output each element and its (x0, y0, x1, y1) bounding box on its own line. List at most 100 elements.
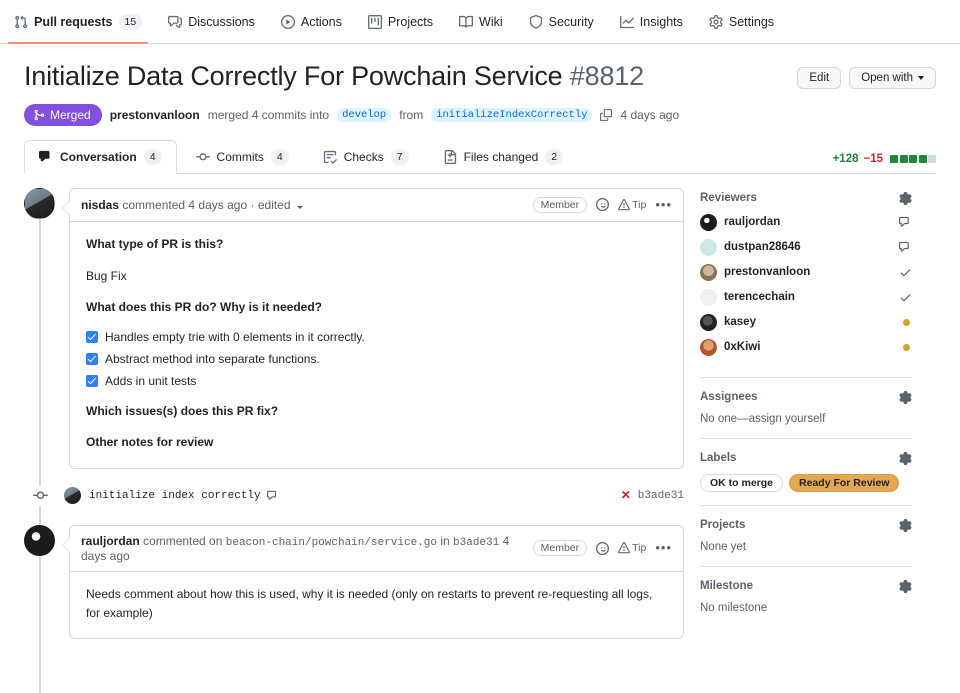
reviewer-name[interactable]: prestonvanloon (724, 266, 810, 278)
diffstat-block (928, 155, 936, 163)
nav-item-projects[interactable]: Projects (368, 0, 433, 44)
add-reaction-icon[interactable] (596, 198, 609, 211)
tab-label: Checks (344, 150, 384, 164)
commit-message[interactable]: initialize index correctly (89, 490, 261, 502)
more-options-icon[interactable]: ••• (655, 200, 672, 210)
comment-author[interactable]: rauljordan (81, 534, 140, 548)
nav-label: Actions (301, 15, 342, 29)
avatar[interactable] (24, 525, 55, 556)
add-reaction-icon[interactable] (596, 542, 609, 555)
sidebar-section-milestone: Milestone No milestone (700, 578, 912, 627)
reviewer-name[interactable]: kasey (724, 316, 756, 328)
task-list-item[interactable]: Handles empty trie with 0 elements in it… (86, 330, 667, 344)
comment-discussion-icon (168, 15, 182, 29)
merged-text: merged 4 commits into (208, 108, 329, 122)
nav-item-actions[interactable]: Actions (281, 0, 342, 44)
pr-body: nisdas commented 4 days ago · edited Mem… (24, 188, 936, 653)
reviewer-item[interactable]: rauljordan (700, 214, 912, 231)
avatar (700, 314, 717, 331)
nav-item-security[interactable]: Security (529, 0, 594, 44)
tab-counter: 4 (271, 149, 289, 165)
checkbox-checked-icon[interactable] (86, 331, 98, 343)
comment-time: 4 days ago (188, 198, 247, 212)
assignees-empty[interactable]: No one—assign yourself (700, 413, 912, 425)
gear-icon[interactable] (899, 580, 912, 593)
comment-edited[interactable]: edited (258, 198, 291, 212)
title-row: Initialize Data Correctly For Powchain S… (24, 60, 936, 93)
comment-header: nisdas commented 4 days ago · edited Mem… (70, 189, 683, 222)
reviewer-name[interactable]: 0xKiwi (724, 341, 760, 353)
copy-icon[interactable] (600, 109, 612, 121)
tab-commits[interactable]: Commits 4 (181, 140, 304, 174)
review-status-pending-icon (903, 344, 912, 351)
commit-comment-icon[interactable] (267, 490, 279, 502)
from-text: from (399, 108, 423, 122)
comment-box: rauljordan commented on beacon-chain/pow… (69, 525, 684, 639)
comment-body: What type of PR is this? Bug Fix What do… (70, 222, 683, 468)
sidebar-section-header: Labels (700, 452, 912, 465)
gear-icon[interactable] (899, 452, 912, 465)
label-chip[interactable]: Ready For Review (789, 474, 899, 492)
avatar[interactable] (24, 188, 55, 219)
reviewer-name[interactable]: dustpan28646 (724, 241, 801, 253)
tab-checks[interactable]: Checks 7 (308, 140, 424, 174)
head-branch-chip[interactable]: initializeIndexCorrectly (431, 108, 592, 122)
comment-header: rauljordan commented on beacon-chain/pow… (70, 526, 683, 572)
reviewer-name[interactable]: terencechain (724, 291, 795, 303)
base-branch-chip[interactable]: develop (337, 108, 391, 122)
diffstat-deletions: −15 (863, 153, 883, 165)
comment-icon (39, 150, 53, 164)
status-failed-icon[interactable]: ✕ (621, 488, 631, 503)
sidebar-section-reviewers: Reviewers rauljordan dustpan28646 presto… (700, 190, 912, 378)
reviewer-item[interactable]: dustpan28646 (700, 239, 912, 256)
tab-conversation[interactable]: Conversation 4 (24, 140, 177, 174)
reviewer-item[interactable]: terencechain (700, 289, 912, 306)
checkbox-checked-icon[interactable] (86, 353, 98, 365)
chevron-down-icon[interactable] (297, 206, 303, 209)
comment-author[interactable]: nisdas (81, 198, 119, 212)
nav-item-discussions[interactable]: Discussions (168, 0, 255, 44)
reviewer-name[interactable]: rauljordan (724, 216, 780, 228)
task-list-item[interactable]: Abstract method into separate functions. (86, 352, 667, 366)
gear-icon[interactable] (899, 192, 912, 205)
comment-file-path[interactable]: beacon-chain/powchain/service.go (226, 537, 437, 549)
reviewer-item[interactable]: prestonvanloon (700, 264, 912, 281)
gear-icon[interactable] (899, 519, 912, 532)
tip-label: Tip (632, 199, 646, 211)
commit-avatar[interactable] (64, 487, 81, 504)
gear-icon[interactable] (899, 391, 912, 404)
label-chip[interactable]: OK to merge (700, 474, 783, 492)
commit-status-group: ✕ b3ade31 (621, 488, 684, 503)
edit-button[interactable]: Edit (797, 67, 841, 89)
nav-item-pull-requests[interactable]: Pull requests 15 (14, 0, 142, 44)
commit-icon (196, 150, 210, 164)
pr-sidebar: Reviewers rauljordan dustpan28646 presto… (700, 188, 912, 653)
edit-label: Edit (809, 72, 829, 84)
merge-author[interactable]: prestonvanloon (110, 108, 200, 122)
commit-sha[interactable]: b3ade31 (638, 490, 684, 502)
comment-question: Which issues(s) does this PR fix? (86, 402, 667, 421)
comment-sha[interactable]: b3ade31 (453, 537, 499, 549)
tab-files-changed[interactable]: Files changed 2 (428, 140, 579, 174)
tip-button[interactable]: Tip (618, 199, 646, 211)
git-merge-icon (33, 109, 45, 121)
reviewer-item[interactable]: kasey (700, 314, 912, 331)
comment-body: Needs comment about how this is used, wh… (70, 572, 683, 638)
tip-button[interactable]: Tip (618, 542, 646, 554)
assignees-title: Assignees (700, 391, 758, 403)
sidebar-section-projects: Projects None yet (700, 517, 912, 567)
open-with-button[interactable]: Open with (849, 67, 936, 89)
label-list: OK to merge Ready For Review (700, 474, 912, 492)
diffstat-block (900, 155, 908, 163)
task-list-item[interactable]: Adds in unit tests (86, 374, 667, 388)
nav-item-settings[interactable]: Settings (709, 0, 774, 44)
checkbox-checked-icon[interactable] (86, 375, 98, 387)
nav-item-insights[interactable]: Insights (620, 0, 683, 44)
reviewer-item[interactable]: 0xKiwi (700, 339, 912, 356)
merged-time: 4 days ago (620, 108, 679, 122)
timeline-column: nisdas commented 4 days ago · edited Mem… (24, 188, 684, 653)
nav-item-wiki[interactable]: Wiki (459, 0, 503, 44)
comment-question: What does this PR do? Why is it needed? (86, 298, 667, 317)
status-badge: Merged (24, 104, 102, 126)
more-options-icon[interactable]: ••• (655, 543, 672, 553)
